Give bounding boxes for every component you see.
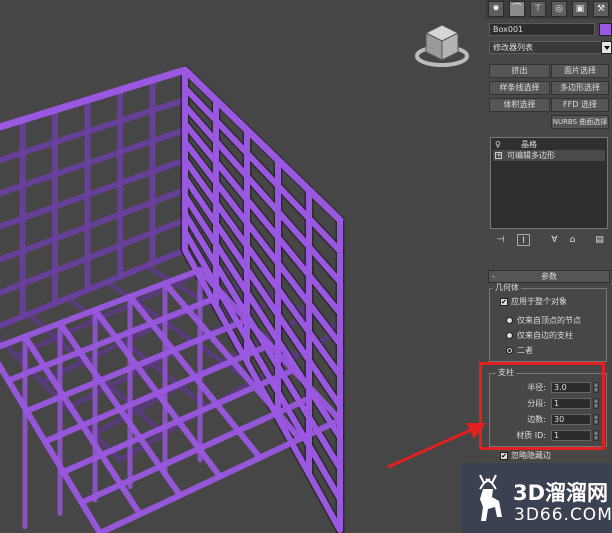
stack-item-editable-poly[interactable]: + 可编辑多边形: [493, 150, 605, 161]
viewcube-icon[interactable]: [414, 22, 470, 70]
modifier-stack[interactable]: ♀ 晶格 + 可编辑多边形: [490, 137, 608, 229]
nurbs-surface-select-button[interactable]: NURBS 曲面选择: [551, 115, 609, 129]
utilities-icon[interactable]: ⚒: [593, 1, 609, 17]
stack-item-label: 晶格: [521, 140, 537, 149]
deer-logo-icon: [479, 474, 502, 521]
motion-icon[interactable]: ◎: [551, 1, 567, 17]
command-panel-tabs: ✸ ⌒ ⊤ ◎ ▣ ⚒: [486, 0, 612, 19]
patch-select-button[interactable]: 面片选择: [551, 64, 609, 78]
parameters-rollout-title: 参数: [541, 272, 557, 281]
struts-only-radio[interactable]: [506, 332, 513, 339]
curve-icon[interactable]: ⌒: [509, 1, 525, 17]
nodes-only-label: 仅来自顶点的节点: [517, 316, 581, 325]
stack-item-lattice[interactable]: ♀ 晶格: [493, 139, 605, 150]
lightbulb-icon[interactable]: ♀: [495, 139, 501, 150]
hierarchy-icon[interactable]: ⊤: [530, 1, 546, 17]
remove-modifier-icon[interactable]: ⌂: [566, 234, 579, 246]
apply-whole-object-checkbox[interactable]: ✔: [500, 298, 508, 306]
watermark-url: 3D66.COM: [514, 505, 612, 525]
modifier-list-value: 修改器列表: [493, 43, 533, 52]
ignore-hidden-edges-checkbox[interactable]: ✔: [500, 452, 508, 460]
make-unique-icon[interactable]: ∀: [548, 234, 561, 246]
command-panel: ✸ ⌒ ⊤ ◎ ▣ ⚒ Box001 修改器列表 挤出 面片选择 样条线选择 多…: [486, 0, 612, 533]
ignore-hidden-edges-label: 忽略隐藏边: [511, 451, 551, 460]
modifier-list-dropdown[interactable]: 修改器列表: [489, 41, 607, 54]
apply-whole-object-label: 应用于整个对象: [511, 297, 567, 306]
extrude-button[interactable]: 挤出: [489, 64, 550, 78]
red-highlight-box: [479, 362, 605, 450]
lattice-box-scene: [0, 65, 345, 533]
configure-modifier-sets-icon[interactable]: ▤: [593, 234, 606, 246]
nodes-only-radio[interactable]: [506, 317, 513, 324]
object-color-swatch[interactable]: [599, 23, 612, 36]
dropdown-arrow-icon[interactable]: [601, 41, 612, 54]
display-icon[interactable]: ▣: [572, 1, 588, 17]
collapse-icon[interactable]: -: [492, 271, 495, 282]
ffd-select-button[interactable]: FFD 选择: [551, 98, 609, 112]
struts-only-label: 仅来自边的支柱: [517, 331, 573, 340]
geometry-group-label: 几何体: [493, 283, 521, 293]
both-label: 二者: [517, 346, 533, 355]
parameters-rollout-header[interactable]: - 参数: [488, 270, 610, 283]
spline-select-button[interactable]: 样条线选择: [489, 81, 550, 95]
pin-stack-icon[interactable]: ⊣: [494, 234, 507, 246]
poly-select-button[interactable]: 多边形选择: [551, 81, 609, 95]
watermark: 3D溜溜网 3D66.COM: [462, 463, 612, 533]
watermark-brand: 3D溜溜网: [513, 481, 609, 505]
viewport[interactable]: [0, 0, 486, 533]
both-radio[interactable]: [506, 347, 513, 354]
object-name-field[interactable]: Box001: [489, 23, 595, 36]
stack-item-label: 可编辑多边形: [507, 151, 555, 160]
expand-icon[interactable]: +: [495, 152, 502, 159]
show-end-result-icon[interactable]: I: [517, 234, 530, 246]
volume-select-button[interactable]: 体积选择: [489, 98, 550, 112]
sun-icon[interactable]: ✸: [488, 1, 504, 17]
